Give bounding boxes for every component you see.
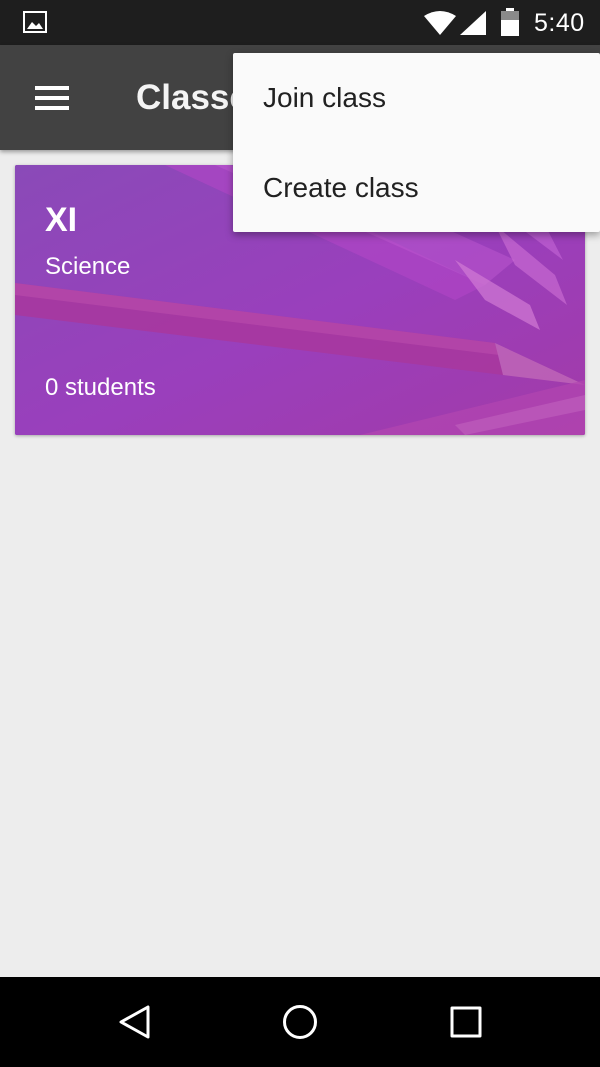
class-section: Science [45, 253, 131, 280]
student-count: 0 students [45, 374, 156, 401]
battery-icon [501, 8, 519, 41]
signal-icon [459, 10, 487, 41]
join-class-label: Join class [263, 82, 386, 113]
clock: 5:40 [534, 9, 585, 37]
status-bar: 5:40 [0, 0, 600, 45]
recents-icon[interactable] [443, 999, 489, 1045]
wifi-icon [423, 10, 457, 41]
back-icon[interactable] [112, 999, 158, 1045]
home-icon[interactable] [277, 999, 323, 1045]
create-class-menu-item[interactable]: Create class [233, 143, 600, 233]
join-class-menu-item[interactable]: Join class [233, 53, 600, 143]
create-class-label: Create class [263, 172, 419, 203]
class-name: XI [45, 201, 78, 239]
system-nav-bar [0, 977, 600, 1067]
overflow-menu: Join class Create class [233, 53, 600, 232]
hamburger-menu-icon[interactable] [33, 84, 71, 112]
gallery-icon [23, 11, 47, 38]
